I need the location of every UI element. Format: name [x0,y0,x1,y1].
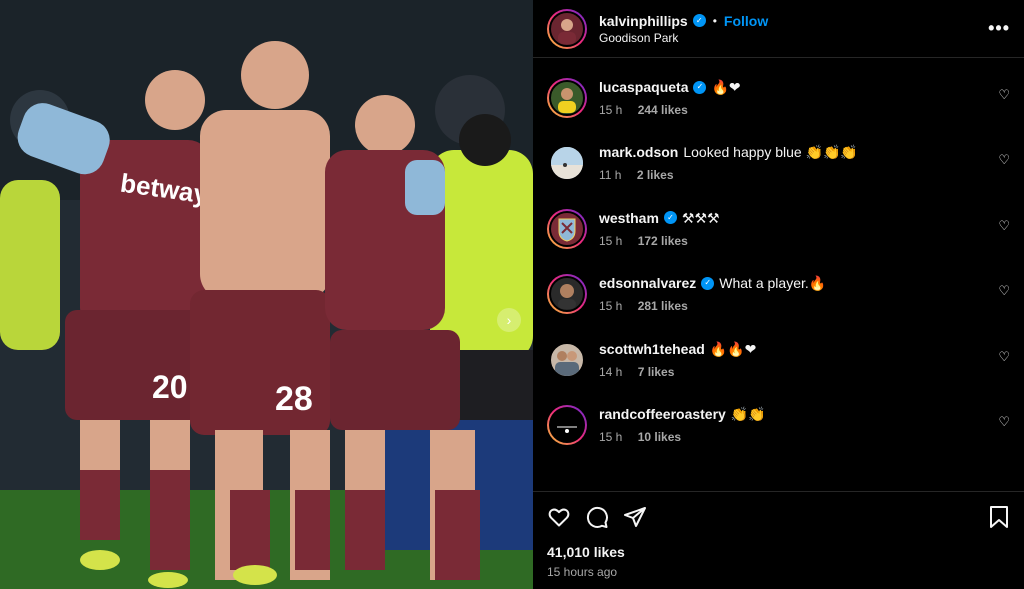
like-heart-icon[interactable] [547,505,571,529]
share-send-icon[interactable] [623,505,647,529]
comment-time: 15 h [599,103,623,117]
comment-time: 15 h [599,299,623,314]
verified-badge-icon: ✓ [693,80,707,94]
comment-item: scottwh1tehead 🔥🔥❤ 14 h 7 likes ♡ [547,340,1010,405]
comment-like-heart-icon[interactable]: ♡ [998,349,1010,365]
comment-text: Looked happy blue 👏👏👏 [683,144,858,161]
comment-like-heart-icon[interactable]: ♡ [998,283,1010,299]
comment-username[interactable]: edsonnalvarez [599,274,696,292]
post-header: kalvinphillips ✓ • Follow Goodison Park … [533,0,1024,58]
comment-likes[interactable]: 172 likes [638,234,688,248]
comment-like-heart-icon[interactable]: ♡ [998,218,1010,234]
author-avatar-icon [558,18,576,44]
match-celebration-image: betway 20 28 [0,0,533,589]
comment-avatar[interactable] [547,143,587,183]
comment-time: 14 h [599,364,623,379]
comment-avatar[interactable] [547,78,587,118]
comment-item: edsonnalvarez ✓ What a player.🔥 15 h 281… [547,274,1010,339]
comment-likes[interactable]: 281 likes [638,299,688,313]
comment-username[interactable]: scottwh1tehead [599,340,705,358]
bookmark-save-icon[interactable] [988,505,1010,529]
shirt-number-28: 28 [275,380,313,418]
comment-time: 15 h [599,233,623,248]
comment-username[interactable]: mark.odson [599,143,678,161]
comment-text: ⚒⚒⚒ [681,209,720,226]
comment-text: What a player.🔥 [719,275,827,292]
verified-badge-icon: ✓ [663,211,677,225]
comment-avatar-icon [551,147,583,180]
comment-avatar[interactable] [547,404,587,445]
comment-like-heart-icon[interactable]: ♡ [998,414,1010,430]
comment-item: randcoffeeroastery 👏👏 15 h 10 likes ♡ [547,404,1010,470]
verified-badge-icon: ✓ [701,276,715,290]
post-photo[interactable]: betway 20 28 › [0,0,533,589]
comment-username[interactable]: westham [599,209,659,227]
post-actions: 41,010 likes 15 hours ago [533,491,1024,589]
comment-text: 👏👏 [730,405,766,422]
comment-bubble-icon[interactable] [585,505,609,529]
comment-time: 15 h [599,429,623,444]
more-options-icon[interactable]: ••• [988,18,1010,39]
west-ham-crest-icon [558,218,576,242]
post-side-panel: kalvinphillips ✓ • Follow Goodison Park … [533,0,1024,589]
comment-text: 🔥🔥❤ [709,340,757,357]
comment-avatar-icon [558,284,576,310]
author-avatar[interactable] [547,8,587,49]
comment-time: 11 h [599,168,622,183]
post-like-count[interactable]: 41,010 likes [547,544,1010,560]
comment-likes[interactable]: 244 likes [638,103,688,117]
shirt-number-20: 20 [152,369,188,405]
comment-like-heart-icon[interactable]: ♡ [998,87,1010,103]
comments-list: lucaspaqueta ✓ 🔥❤ 15 h 244 likes ♡ mark.… [533,58,1024,491]
separator-dot: • [712,13,717,28]
comment-item: mark.odson Looked happy blue 👏👏👏 11 h 2 … [547,143,1010,208]
comment-likes[interactable]: 7 likes [638,365,675,379]
comment-avatar[interactable] [547,208,587,249]
author-username[interactable]: kalvinphillips [599,13,688,29]
comment-item: westham ✓ ⚒⚒⚒ 15 h 172 likes ♡ [547,208,1010,274]
comment-likes[interactable]: 2 likes [637,168,674,182]
comment-avatar[interactable] [547,340,587,380]
carousel-next-button[interactable]: › [497,308,521,332]
comment-username[interactable]: randcoffeeroastery [599,405,726,423]
comment-like-heart-icon[interactable]: ♡ [998,152,1010,168]
comment-item: lucaspaqueta ✓ 🔥❤ 15 h 244 likes ♡ [547,78,1010,143]
comment-avatar-icon [555,350,579,376]
follow-button[interactable]: Follow [724,13,768,29]
comment-avatar-icon [558,88,576,113]
verified-badge-icon: ✓ [692,14,706,27]
comment-avatar[interactable] [547,274,587,315]
post-location[interactable]: Goodison Park [599,31,768,45]
comment-username[interactable]: lucaspaqueta [599,78,688,96]
comment-likes[interactable]: 10 likes [638,430,681,444]
rand-logo-icon [552,409,582,440]
post-timestamp[interactable]: 15 hours ago [547,565,1010,579]
comment-text: 🔥❤ [711,79,741,95]
